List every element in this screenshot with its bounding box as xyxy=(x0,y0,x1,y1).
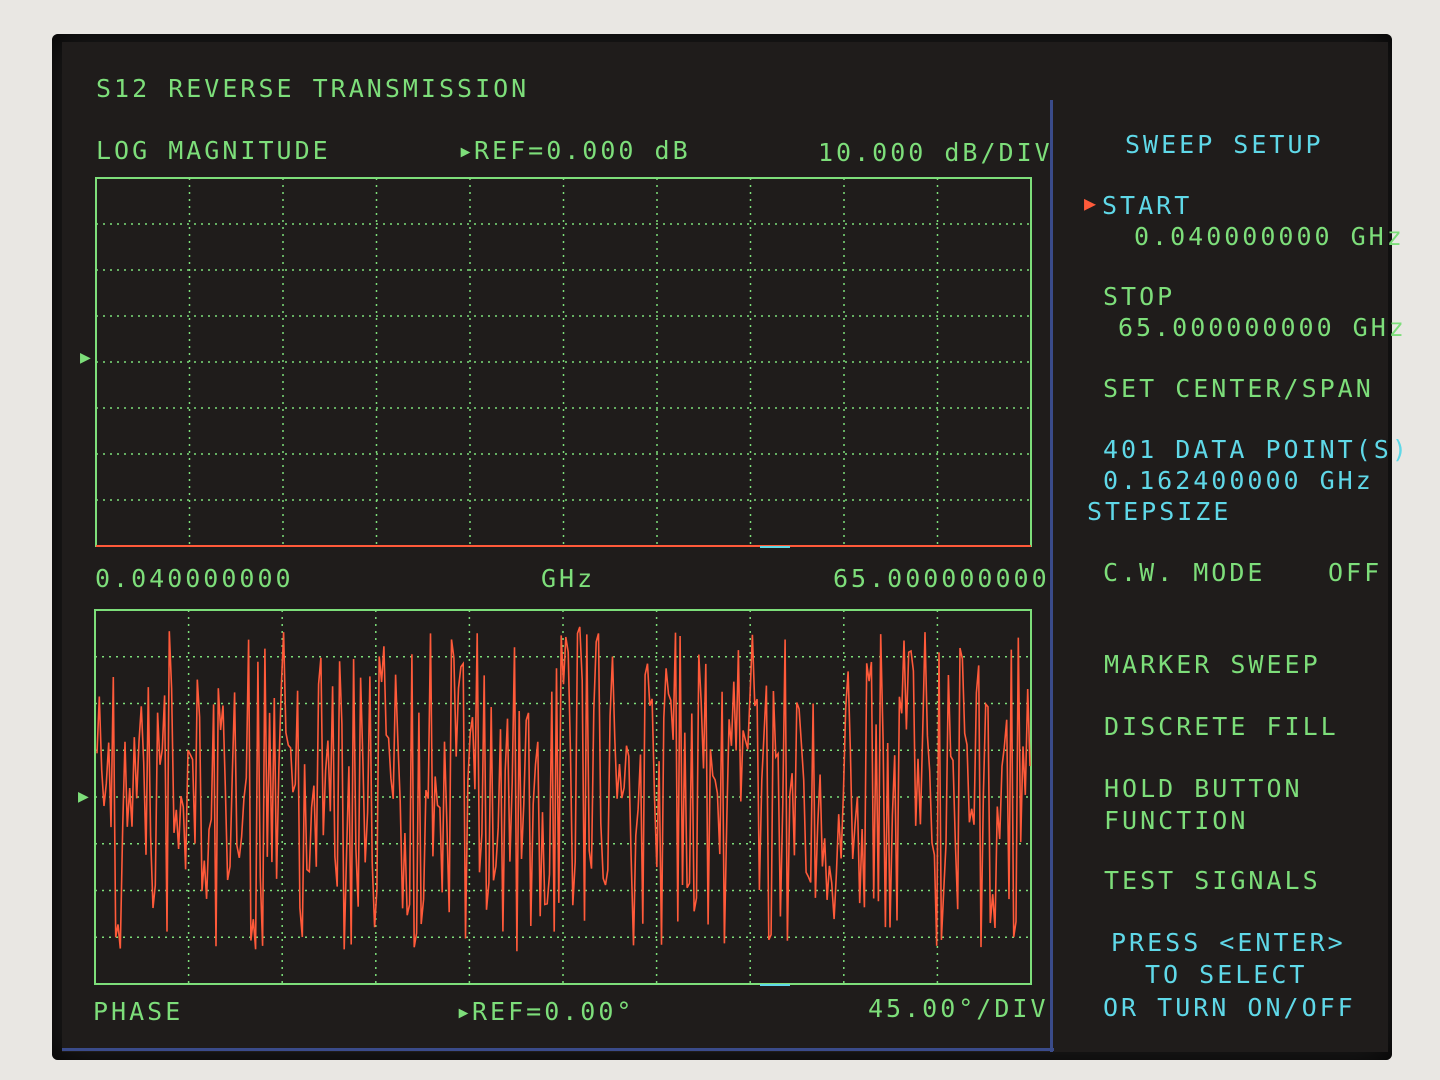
menu-item-start[interactable]: START xyxy=(1102,193,1192,218)
help-text-line-3: OR TURN ON/OFF xyxy=(1103,993,1356,1022)
phase-trace xyxy=(96,626,1031,952)
stop-value[interactable]: 65.000000000 GHz xyxy=(1118,315,1407,340)
menu-item-stop[interactable]: STOP xyxy=(1103,284,1175,309)
help-text-line-2: TO SELECT xyxy=(1145,960,1308,989)
log-magnitude-grid xyxy=(95,177,1032,547)
menu-item-hold-button-function[interactable]: FUNCTION xyxy=(1104,808,1248,833)
help-text-line-1: PRESS <ENTER> xyxy=(1111,928,1346,957)
step-size-label: STEPSIZE xyxy=(1087,497,1232,526)
menu-item-marker-sweep[interactable]: MARKER SWEEP xyxy=(1104,652,1321,677)
cw-mode-value[interactable]: OFF xyxy=(1328,560,1382,585)
menu-item-discrete-fill[interactable]: DISCRETE FILL xyxy=(1104,714,1339,739)
menu-item-data-points[interactable]: 401 DATA POINT(S) xyxy=(1103,437,1410,462)
menu-item-set-center-span[interactable]: SET CENTER/SPAN xyxy=(1103,376,1374,401)
trace-plots xyxy=(94,177,1032,986)
menu-item-cw-mode[interactable]: C.W. MODE xyxy=(1103,560,1265,585)
menu-title: SWEEP SETUP xyxy=(1125,130,1324,159)
menu-item-test-signals[interactable]: TEST SIGNALS xyxy=(1104,868,1321,893)
start-value[interactable]: 0.040000000 GHz xyxy=(1134,224,1405,249)
step-size-value: 0.162400000 GHz xyxy=(1103,466,1374,495)
menu-cursor-icon: ▶ xyxy=(1084,191,1100,215)
menu-item-hold-button[interactable]: HOLD BUTTON xyxy=(1104,776,1303,801)
